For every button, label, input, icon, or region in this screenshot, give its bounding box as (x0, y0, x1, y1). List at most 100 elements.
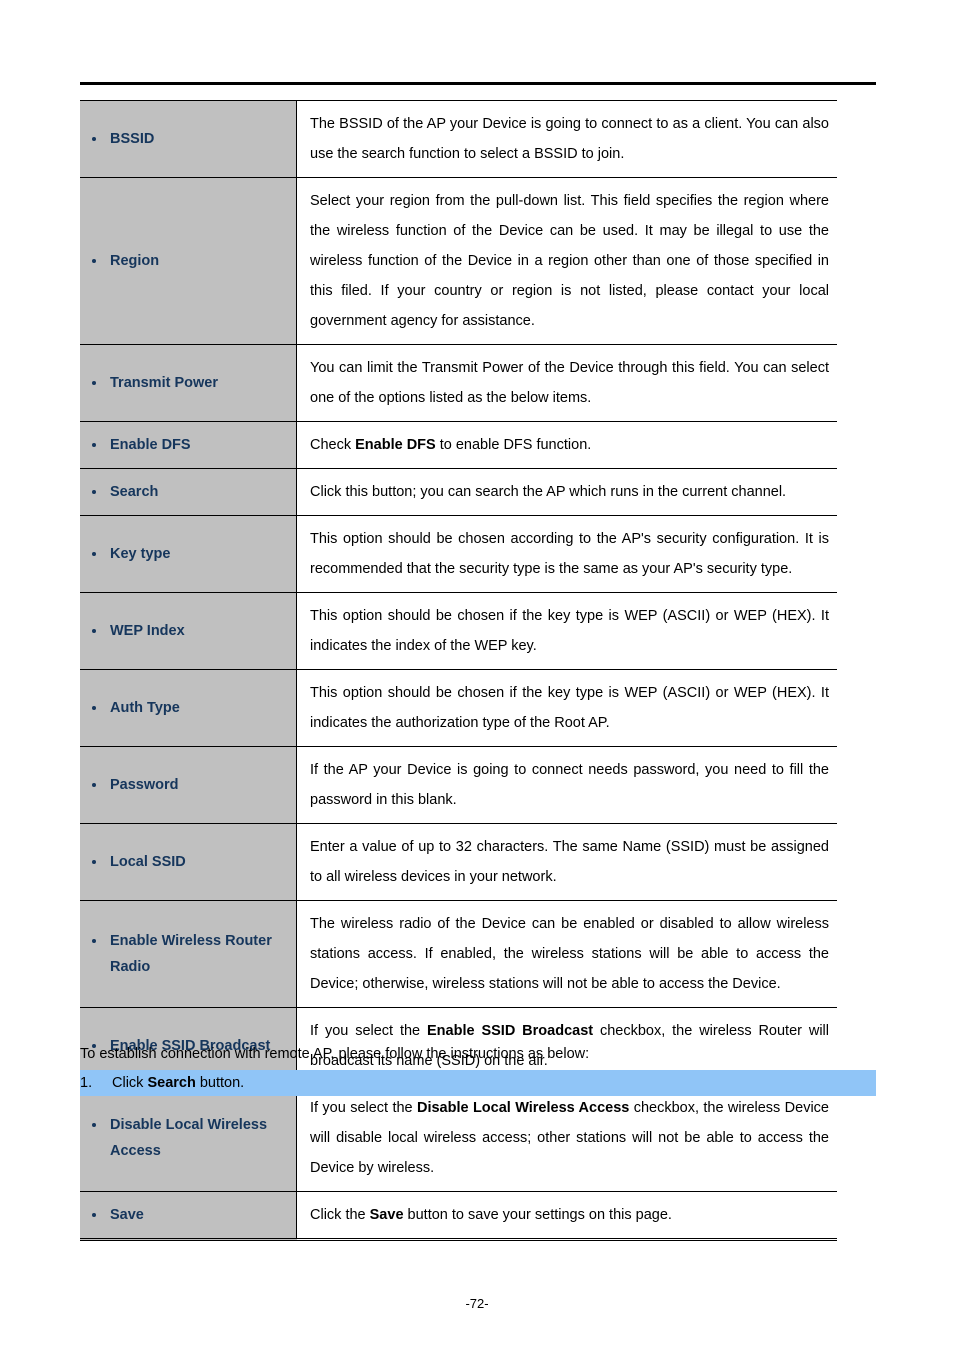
table-row: Key type This option should be chosen acc… (80, 515, 837, 593)
row-description-cell: If you select the Disable Local Wireless… (296, 1084, 837, 1192)
table-row: Region Select your region from the pull-d… (80, 177, 837, 345)
row-label-text: Disable Local Wireless (110, 1117, 268, 1133)
row-description-text: This option should be chosen if the key … (310, 608, 829, 654)
header-rule (80, 82, 876, 85)
row-label: Enable DFS (88, 432, 290, 458)
row-description-cell: Check Enable DFS to enable DFS function. (296, 421, 837, 469)
row-description-cell: This option should be chosen if the key … (296, 669, 837, 747)
row-description-cell: If the AP your Device is going to connec… (296, 746, 837, 824)
table-row: Password If the AP your Device is going t… (80, 746, 837, 824)
bullet-icon (92, 381, 96, 385)
table-row: Auth Type This option should be chosen if… (80, 669, 837, 747)
row-label-cell: Enable DFS (80, 421, 297, 469)
row-description-cell: Enter a value of up to 32 characters. Th… (296, 823, 837, 901)
row-label-cell: WEP Index (80, 592, 297, 670)
row-label-cell: Region (80, 177, 297, 345)
row-label: Local SSID (88, 849, 290, 875)
row-description-cell: You can limit the Transmit Power of the … (296, 344, 837, 422)
bullet-icon (92, 490, 96, 494)
row-label-cell: BSSID (80, 100, 297, 178)
row-description-text: This option should be chosen according t… (310, 531, 829, 577)
row-label-cell: Transmit Power (80, 344, 297, 422)
row-label-text: WEP Index (110, 623, 185, 639)
row-label-text: Transmit Power (110, 375, 218, 391)
row-label: BSSID (88, 126, 290, 152)
bullet-icon (92, 1123, 96, 1127)
row-label: Search (88, 479, 290, 505)
step-number: 1. (80, 1075, 93, 1091)
row-description-cell: This option should be chosen according t… (296, 515, 837, 593)
row-description-cell: The BSSID of the AP your Device is going… (296, 100, 837, 178)
row-label: Save (88, 1202, 290, 1228)
document-page: BSSID The BSSID of the AP your Device is … (0, 0, 954, 1350)
row-label-text: Enable Wireless Router (110, 933, 272, 949)
table-row: Transmit Power You can limit the Transmit… (80, 344, 837, 422)
row-label-cell: Key type (80, 515, 297, 593)
row-label-text: Auth Type (110, 700, 180, 716)
row-description-cell: Select your region from the pull-down li… (296, 177, 837, 345)
bullet-icon (92, 629, 96, 633)
row-label: Key type (88, 541, 290, 567)
row-label-cell: Disable Local Wireless Access (80, 1084, 297, 1192)
bullet-icon (92, 706, 96, 710)
table-row: BSSID The BSSID of the AP your Device is … (80, 100, 837, 178)
row-label: Region (88, 248, 290, 274)
row-label-text: Password (110, 777, 179, 793)
row-label-cell: Local SSID (80, 823, 297, 901)
bullet-icon (92, 860, 96, 864)
bullet-icon (92, 552, 96, 556)
row-description-text: Click the Save button to save your setti… (310, 1207, 672, 1223)
table-row: Enable Wireless Router Radio The wireless … (80, 900, 837, 1008)
table-body: BSSID The BSSID of the AP your Device is … (80, 100, 837, 1241)
row-description-cell: Click the Save button to save your setti… (296, 1191, 837, 1241)
instruction-step-highlighted: 1. Click Search button. (80, 1070, 876, 1096)
row-label: Auth Type (88, 695, 290, 721)
bullet-icon (92, 137, 96, 141)
row-description-text: If the AP your Device is going to connec… (310, 762, 829, 808)
table-row: Local SSID Enter a value of up to 32 char… (80, 823, 837, 901)
row-description-text: This option should be chosen if the key … (310, 685, 829, 731)
row-description-text: You can limit the Transmit Power of the … (310, 360, 829, 406)
bullet-icon (92, 259, 96, 263)
row-label: Transmit Power (88, 370, 290, 396)
row-label: Enable Wireless Router (88, 928, 290, 954)
intro-paragraph: To establish connection with remote AP, … (80, 1046, 590, 1062)
row-description-text: Enter a value of up to 32 characters. Th… (310, 839, 829, 885)
row-description-text: Click this button; you can search the AP… (310, 484, 787, 500)
bullet-icon (92, 1213, 96, 1217)
row-label-text: BSSID (110, 131, 155, 147)
row-description-text: Select your region from the pull-down li… (310, 193, 829, 329)
bullet-icon (92, 443, 96, 447)
table-row: WEP Index This option should be chosen if… (80, 592, 837, 670)
row-label-cell: Auth Type (80, 669, 297, 747)
row-label: Password (88, 772, 290, 798)
row-description-text: The BSSID of the AP your Device is going… (310, 116, 829, 162)
row-label-cell: Save (80, 1191, 297, 1241)
bullet-icon (92, 783, 96, 787)
table-row: Enable DFS Check Enable DFS to enable DFS… (80, 421, 837, 469)
row-label-text: Key type (110, 546, 171, 562)
row-label-text-line2: Access (110, 1143, 161, 1159)
page-footer: -72- (465, 1296, 489, 1311)
row-label-text: Save (110, 1207, 144, 1223)
row-description-cell: This option should be chosen if the key … (296, 592, 837, 670)
table-row: Disable Local Wireless Access If you selec… (80, 1084, 837, 1192)
row-description-text: The wireless radio of the Device can be … (310, 916, 829, 992)
row-label: Disable Local Wireless (88, 1112, 290, 1138)
row-label-text: Search (110, 484, 159, 500)
table-row: Search Click this button; you can search … (80, 468, 837, 516)
row-label-text: Enable DFS (110, 437, 191, 453)
row-label-text: Region (110, 253, 160, 269)
row-label: WEP Index (88, 618, 290, 644)
step-text: Click Search button. (112, 1075, 245, 1091)
table-row: Save Click the Save button to save your s… (80, 1191, 837, 1241)
row-description-text: Check Enable DFS to enable DFS function. (310, 437, 592, 453)
row-label-text: Local SSID (110, 854, 186, 870)
bullet-icon (92, 939, 96, 943)
row-description-cell: Click this button; you can search the AP… (296, 468, 837, 516)
row-label-cell: Password (80, 746, 297, 824)
row-label-cell: Search (80, 468, 297, 516)
row-description-cell: The wireless radio of the Device can be … (296, 900, 837, 1008)
row-description-text: If you select the Disable Local Wireless… (310, 1100, 829, 1176)
row-label-cell: Enable Wireless Router Radio (80, 900, 297, 1008)
